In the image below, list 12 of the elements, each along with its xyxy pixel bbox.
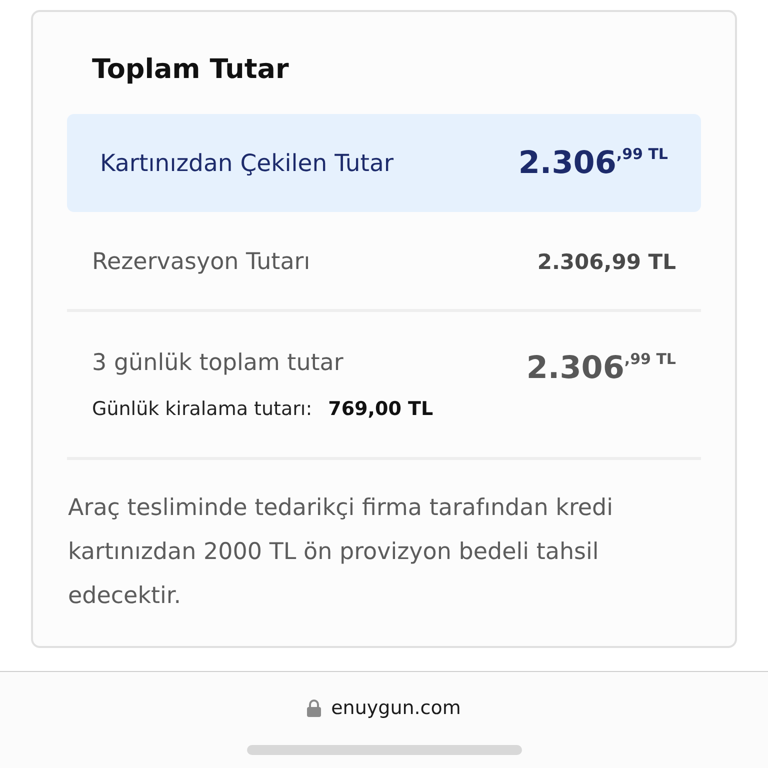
row-value: 2.306,99 TL [537,250,676,274]
daily-rate-value: 769,00 TL [328,398,434,420]
url-text[interactable]: enuygun.com [331,697,461,719]
row-label: Rezervasyon Tutarı [92,249,310,275]
card-title: Toplam Tutar [91,53,290,87]
lock-icon [307,699,322,717]
row-label: 3 günlük toplam tutar [92,350,344,376]
deposit-note: Araç tesliminde tedarikçi firma tarafından kredi kartınızdan 2000 TL ön provizyon bedeli tahsil edecektir. [67,494,614,611]
price-text: 2.306$^{,99 TL}$ [526,350,676,386]
price-text: 2.306$^{,99 TL}$ [518,145,668,181]
charged-label: Kartınızdan Çekilen Tutar [100,149,394,177]
daily-rate-label: Günlük kiralama tutarı: [92,398,312,420]
